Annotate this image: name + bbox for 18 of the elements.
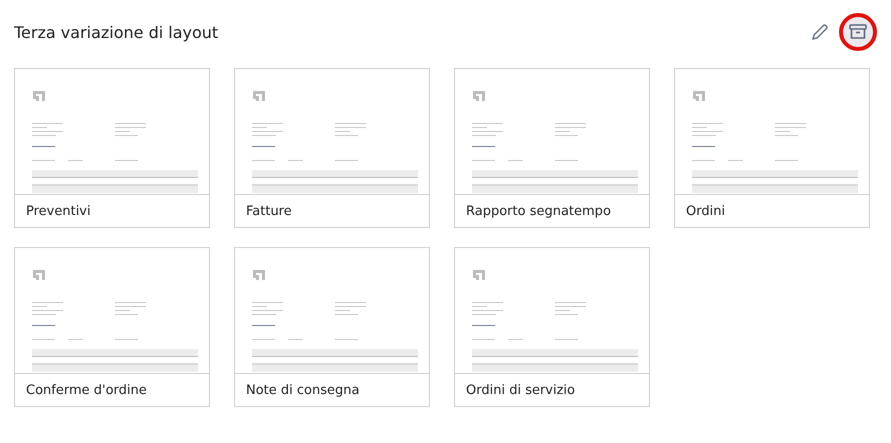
layout-card[interactable]: Ordini	[674, 68, 870, 228]
layout-card[interactable]: Rapporto segnatempo	[454, 68, 650, 228]
layout-card[interactable]: Ordini di servizio	[454, 247, 650, 407]
archive-icon	[848, 22, 868, 42]
archive-button[interactable]	[839, 13, 877, 51]
layout-card[interactable]: Preventivi	[14, 68, 210, 228]
layout-name: Ordini	[685, 202, 726, 220]
layout-card[interactable]: Conferme d'ordine	[14, 247, 210, 407]
layout-card[interactable]: Fatture	[234, 68, 430, 228]
page-title: Terza variazione di layout	[14, 22, 218, 42]
layout-name: Fatture	[245, 202, 293, 220]
layout-name: Note di consegna	[245, 382, 360, 400]
layout-name: Ordini di servizio	[465, 382, 576, 400]
layout-name: Conferme d'ordine	[25, 382, 148, 400]
pencil-icon	[810, 22, 830, 42]
layout-name: Preventivi	[25, 202, 92, 220]
layout-name: Rapporto segnatempo	[465, 202, 612, 220]
layout-card[interactable]: Note di consegna	[234, 247, 430, 407]
